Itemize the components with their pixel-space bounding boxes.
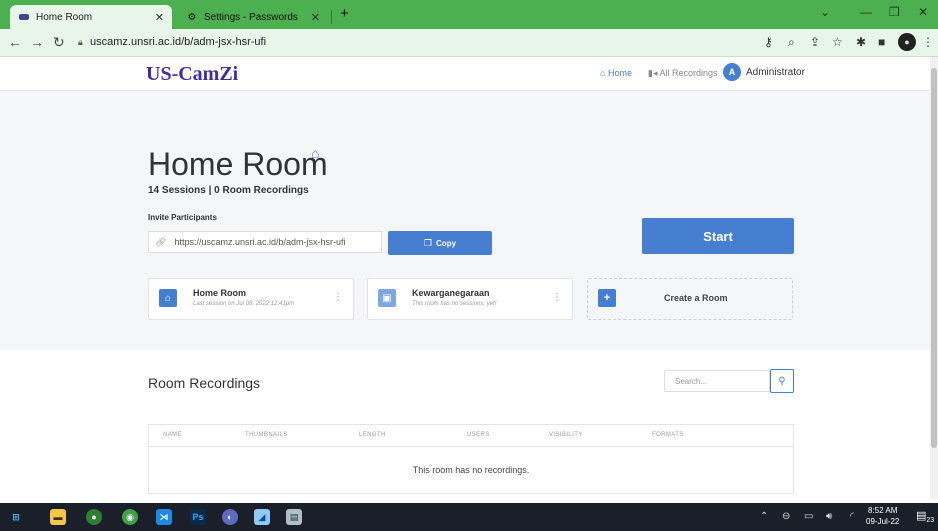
nav-home-label: Home bbox=[607, 68, 632, 78]
video-camera-icon bbox=[18, 11, 30, 23]
start-button[interactable]: Start bbox=[642, 218, 794, 254]
lock-icon: 🔒︎ bbox=[78, 37, 83, 47]
forward-arrow-icon[interactable]: → bbox=[30, 34, 44, 50]
empty-message: This room has no recordings. bbox=[412, 465, 530, 475]
back-arrow-icon[interactable]: ← bbox=[8, 34, 22, 50]
key-icon[interactable]: ⚷ bbox=[764, 35, 773, 49]
home-icon: ⌂ bbox=[600, 68, 606, 78]
tab-settings-passwords[interactable]: ⚙ Settings - Passwords ✕ bbox=[178, 5, 328, 29]
battery-icon[interactable]: ▭ bbox=[804, 511, 813, 522]
chat-icon: ▤ bbox=[916, 510, 927, 522]
profile-avatar[interactable]: ● bbox=[898, 33, 916, 51]
nav-recordings-label: All Recordings bbox=[659, 68, 718, 78]
chrome-icon[interactable]: ◉ bbox=[122, 509, 138, 525]
reload-icon[interactable]: ↻ bbox=[53, 34, 65, 51]
clock-date[interactable]: 09-Jul-22 bbox=[866, 517, 899, 526]
recordings-search-input[interactable]: Search... bbox=[664, 370, 770, 392]
column-header[interactable]: NAME bbox=[163, 432, 182, 438]
search-icon: ⚲ bbox=[778, 375, 786, 387]
address-bar: ← → ↻ 🔒︎ uscamz.unsri.ac.id/b/adm-jsx-hs… bbox=[0, 29, 938, 57]
minimize-button[interactable]: — bbox=[860, 5, 872, 19]
app-icon[interactable]: ▤ bbox=[286, 509, 302, 525]
invite-link-field[interactable]: 🔗︎ https://uscamz.unsri.ac.id/b/adm-jsx-… bbox=[148, 231, 382, 253]
column-header[interactable]: LENGTH bbox=[359, 432, 386, 438]
file-explorer-icon[interactable]: ▬ bbox=[50, 509, 66, 525]
restore-button[interactable]: ❐ bbox=[889, 5, 900, 19]
nav-home[interactable]: ⌂ Home bbox=[600, 68, 632, 78]
room-card-name: Kewarganegaraan bbox=[412, 288, 490, 298]
recordings-title: Room Recordings bbox=[148, 375, 261, 391]
chevron-down-icon[interactable]: ⌄ bbox=[820, 5, 830, 19]
scrollbar-thumb[interactable] bbox=[931, 68, 937, 448]
kebab-menu-icon[interactable]: ⋮ bbox=[552, 292, 562, 303]
close-window-button[interactable]: ✕ bbox=[918, 5, 928, 19]
menu-dots-icon[interactable]: ⋮ bbox=[922, 35, 934, 49]
browser-tab-strip: Home Room ✕ ⚙ Settings - Passwords ✕ + ⌄… bbox=[0, 0, 938, 29]
side-panel-icon[interactable]: ■ bbox=[878, 35, 885, 49]
recordings-table: NAME THUMBNAILS LENGTH USERS VISIBILITY … bbox=[148, 424, 794, 494]
page-title: Home Room bbox=[148, 146, 328, 182]
user-menu[interactable]: Administrator bbox=[746, 67, 805, 78]
wifi-icon[interactable]: ◜ bbox=[850, 511, 854, 522]
column-header[interactable]: VISIBILITY bbox=[549, 432, 583, 438]
create-room-card[interactable]: + Create a Room bbox=[587, 278, 793, 320]
search-button[interactable]: ⚲ bbox=[770, 369, 794, 393]
recordings-table-header: NAME THUMBNAILS LENGTH USERS VISIBILITY … bbox=[149, 425, 793, 447]
room-card-kewarganegaraan[interactable]: ▣ Kewarganegaraan This room has no sessi… bbox=[367, 278, 573, 320]
gear-icon: ⚙ bbox=[187, 11, 197, 23]
room-card-name: Home Room bbox=[193, 288, 247, 298]
room-stats: 14 Sessions | 0 Room Recordings bbox=[148, 185, 309, 196]
url-field[interactable]: uscamz.unsri.ac.id/b/adm-jsx-hsr-ufi bbox=[90, 36, 266, 48]
column-header[interactable]: USERS bbox=[467, 432, 490, 438]
room-panel: Home Room ⌂ 14 Sessions | 0 Room Recordi… bbox=[0, 91, 930, 350]
tab-title: Home Room bbox=[36, 11, 93, 23]
home-icon: ⌂ bbox=[311, 145, 320, 161]
room-card-home[interactable]: ⌂ Home Room Last session on Jul 08, 2022… bbox=[148, 278, 354, 320]
room-icon: ▣ bbox=[378, 289, 396, 307]
home-icon: ⌂ bbox=[159, 289, 177, 307]
photoshop-icon[interactable]: Ps bbox=[190, 509, 206, 525]
nav-all-recordings[interactable]: ▮◂ All Recordings bbox=[648, 68, 718, 79]
tab-title: Settings - Passwords bbox=[204, 11, 298, 23]
windows-start-icon[interactable]: ⊞ bbox=[8, 509, 24, 525]
copy-icon: ❐ bbox=[423, 237, 433, 248]
copy-label: Copy bbox=[436, 238, 457, 248]
star-icon[interactable]: ☆ bbox=[832, 35, 843, 49]
extensions-icon[interactable]: ✱ bbox=[856, 35, 866, 49]
column-header[interactable]: FORMATS bbox=[652, 432, 684, 438]
app-icon[interactable]: ◐ bbox=[222, 509, 238, 525]
clock-time[interactable]: 8:52 AM bbox=[868, 506, 897, 515]
notification-center-icon[interactable]: ▤23 bbox=[916, 509, 934, 524]
tab-home-room[interactable]: Home Room ✕ bbox=[10, 5, 172, 29]
close-icon[interactable]: ✕ bbox=[155, 11, 164, 24]
app-icon[interactable]: ◢ bbox=[254, 509, 270, 525]
speaker-icon[interactable]: 🔊︎ bbox=[826, 511, 832, 522]
site-header: US-CamZi ⌂ Home ▮◂ All Recordings A Admi… bbox=[0, 57, 930, 91]
invite-label: Invite Participants bbox=[148, 213, 217, 222]
notification-count: 23 bbox=[926, 517, 935, 525]
copy-button[interactable]: ❐ Copy bbox=[388, 231, 492, 255]
create-room-label: Create a Room bbox=[664, 293, 728, 303]
close-icon[interactable]: ✕ bbox=[311, 11, 320, 24]
site-logo[interactable]: US-CamZi bbox=[146, 63, 238, 86]
vscode-icon[interactable]: ⋊ bbox=[156, 509, 172, 525]
chrome-profile-icon[interactable]: ● bbox=[86, 509, 102, 525]
kebab-menu-icon[interactable]: ⋮ bbox=[333, 292, 343, 303]
video-icon: ▮◂ bbox=[648, 68, 658, 78]
share-icon[interactable]: ⇪ bbox=[810, 35, 820, 49]
column-header[interactable]: THUMBNAILS bbox=[245, 432, 288, 438]
room-card-subtitle: Last session on Jul 08, 2022 12:41pm bbox=[193, 301, 295, 307]
tab-separator bbox=[331, 10, 332, 24]
user-avatar[interactable]: A bbox=[723, 63, 741, 81]
chevron-up-icon[interactable]: ⌃ bbox=[760, 511, 768, 522]
tray-app-icon[interactable]: ⊖ bbox=[782, 511, 790, 522]
plus-icon: + bbox=[598, 289, 616, 307]
taskbar: ⊞ ▬ ● ◉ ⋊ Ps ◐ ◢ ▤ ⌃ ⊖ ▭ 🔊︎ ◜ bbox=[0, 503, 938, 531]
link-icon: 🔗︎ bbox=[155, 236, 167, 247]
invite-link-text: https://uscamz.unsri.ac.id/b/adm-jsx-hsr… bbox=[174, 237, 346, 247]
new-tab-button[interactable]: + bbox=[340, 5, 349, 22]
zoom-icon[interactable]: ⌕ bbox=[788, 35, 795, 50]
room-card-subtitle: This room has no sessions, yet! bbox=[412, 301, 497, 307]
